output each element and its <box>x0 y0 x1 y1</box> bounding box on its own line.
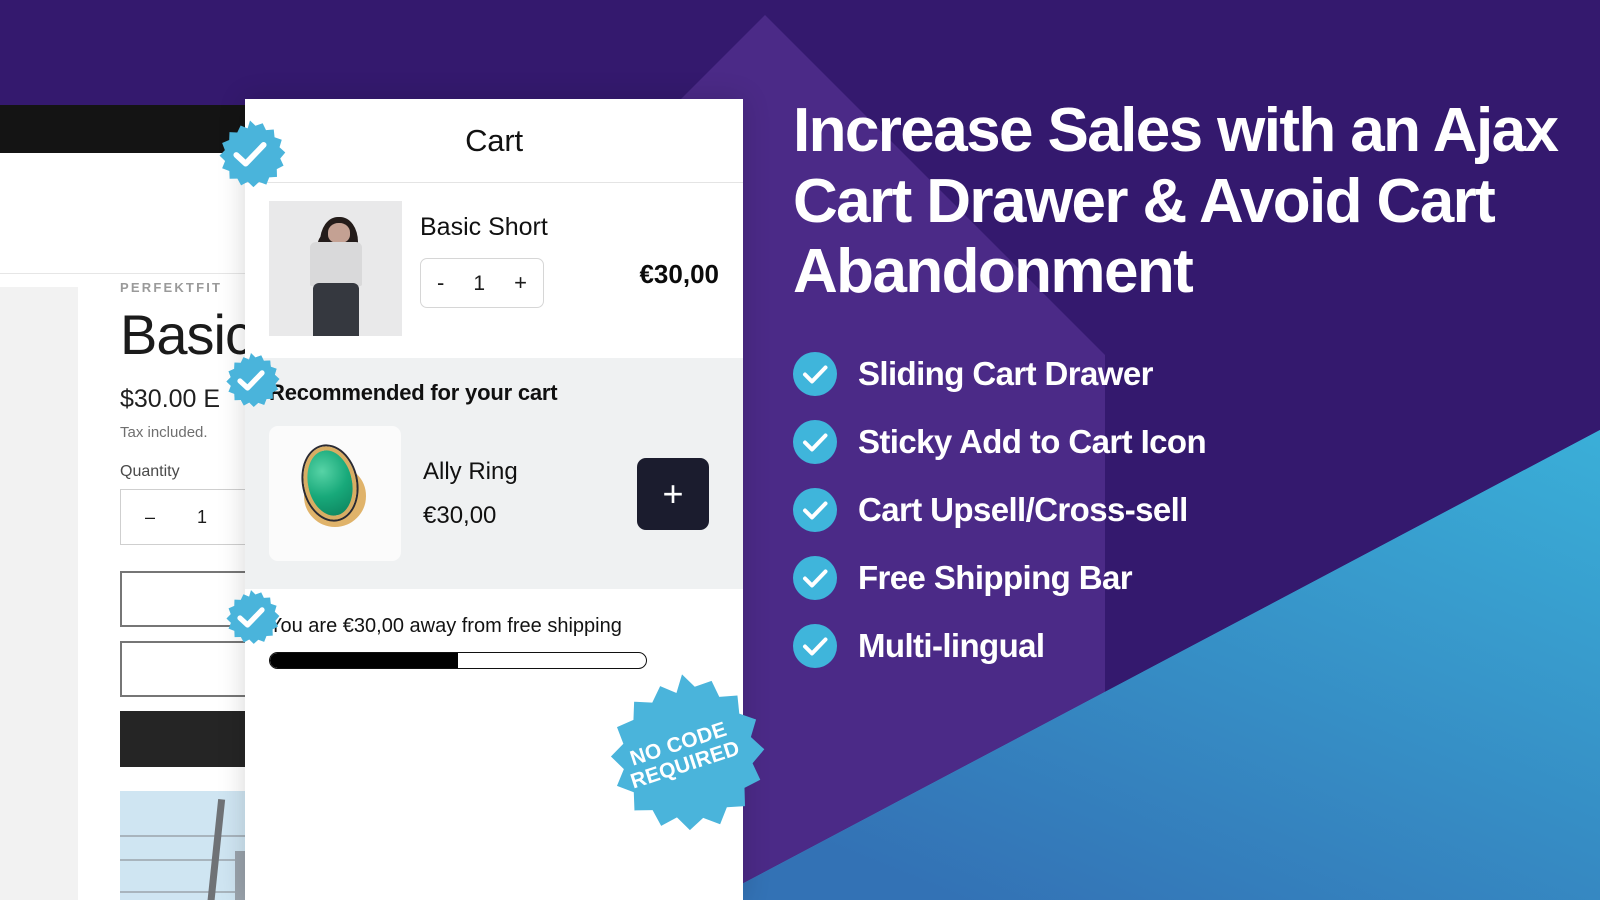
check-badge-top <box>214 119 286 191</box>
free-shipping-progress-fill <box>270 653 458 668</box>
cart-line-item: Basic Short - 1 + €30,00 <box>245 183 743 358</box>
recommended-add-button[interactable]: + <box>637 457 709 530</box>
cart-item-image <box>269 201 402 336</box>
check-badge-middle-icon <box>226 353 280 407</box>
free-shipping-message: You are €30,00 away from free shipping <box>269 615 622 637</box>
free-shipping-section: You are €30,00 away from free shipping <box>245 589 743 669</box>
product-qty-value: 1 <box>197 506 208 527</box>
marketing-column: Increase Sales with an Ajax Cart Drawer … <box>793 96 1583 669</box>
feature-label: Cart Upsell/Cross-sell <box>858 491 1188 529</box>
cart-item-quantity-stepper[interactable]: - 1 + <box>420 258 544 308</box>
feature-label: Free Shipping Bar <box>858 559 1133 597</box>
product-qty-minus[interactable]: – <box>145 507 155 528</box>
feature-label: Sliding Cart Drawer <box>858 355 1153 393</box>
cart-title: Cart <box>465 122 523 158</box>
feature-item: Multi-lingual <box>793 624 1583 669</box>
photo-pole <box>201 799 226 900</box>
no-code-required-badge: NO CODE REQUIRED <box>598 671 766 839</box>
check-circle-icon <box>793 624 837 669</box>
marketing-headline: Increase Sales with an Ajax Cart Drawer … <box>793 96 1559 307</box>
cart-item-info: Basic Short - 1 + <box>420 201 621 308</box>
check-circle-icon <box>793 488 837 533</box>
check-badge-top-icon <box>219 120 286 188</box>
feature-label: Multi-lingual <box>858 627 1045 665</box>
cart-item-name: Basic Short <box>420 213 548 241</box>
promo-banner: PERFEKTFIT Basic $30.00 E Tax included. … <box>0 0 1600 900</box>
feature-item: Sticky Add to Cart Icon <box>793 420 1583 465</box>
recommended-heading: Recommended for your cart <box>269 380 558 405</box>
recommended-item-row: Ally Ring €30,00 + <box>269 426 719 561</box>
check-badge-middle <box>222 352 280 410</box>
cart-qty-decrease-button[interactable]: - <box>437 272 444 294</box>
cart-qty-value: 1 <box>473 271 486 295</box>
cart-item-thumbnail[interactable] <box>269 201 402 336</box>
feature-item: Sliding Cart Drawer <box>793 352 1583 397</box>
check-badge-bottom <box>222 589 280 647</box>
free-shipping-progress-track <box>269 652 647 669</box>
recommended-item-info: Ally Ring €30,00 <box>423 458 615 530</box>
check-circle-icon <box>793 420 837 465</box>
store-thumbnail-column <box>0 287 78 900</box>
check-badge-bottom-icon <box>226 590 280 644</box>
cart-item-price: €30,00 <box>639 259 719 289</box>
recommended-item-price: €30,00 <box>423 501 497 529</box>
check-circle-icon <box>793 556 837 601</box>
check-circle-icon <box>793 352 837 397</box>
feature-list: Sliding Cart Drawer Sticky Add to Cart I… <box>793 352 1583 669</box>
feature-item: Cart Upsell/Cross-sell <box>793 488 1583 533</box>
recommended-section: Recommended for your cart Ally Ring €30,… <box>245 358 743 589</box>
cart-qty-increase-button[interactable]: + <box>514 272 527 294</box>
recommended-item-name: Ally Ring <box>423 457 518 485</box>
cart-header: Cart <box>245 99 743 183</box>
feature-label: Sticky Add to Cart Icon <box>858 423 1207 461</box>
feature-item: Free Shipping Bar <box>793 556 1583 601</box>
recommended-item-thumbnail[interactable] <box>269 426 401 561</box>
